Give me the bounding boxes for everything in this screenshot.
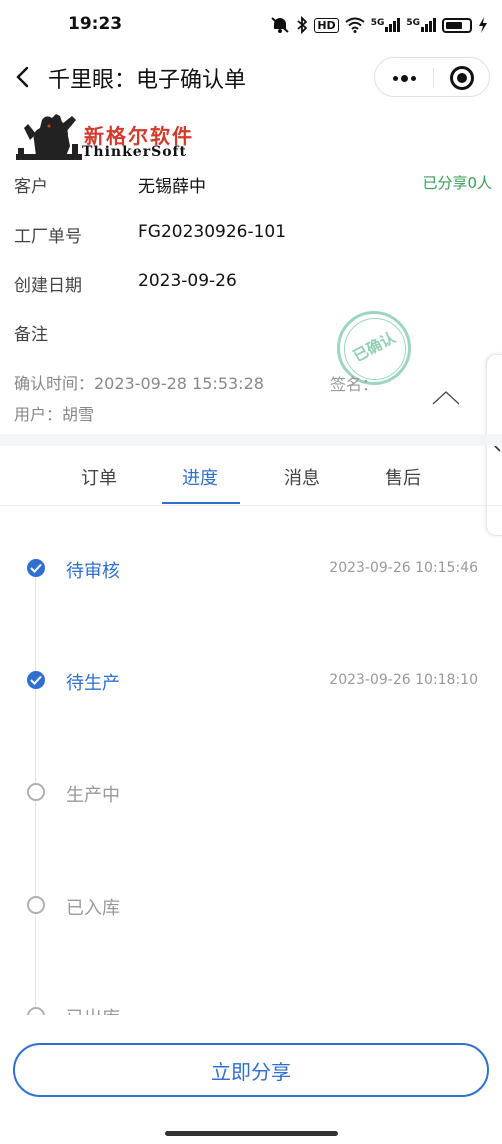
step-pending-icon bbox=[27, 896, 45, 914]
share-now-button[interactable]: 立即分享 bbox=[13, 1043, 489, 1097]
stamp-text: 已确认 bbox=[350, 328, 399, 366]
battery-icon bbox=[442, 17, 472, 33]
check-icon bbox=[30, 675, 42, 685]
created-date-label: 创建日期 bbox=[14, 276, 82, 296]
step-pending-icon bbox=[27, 783, 45, 801]
status-icons: HD 5G 5G bbox=[270, 14, 488, 36]
status-bar: 19:23 HD 5G 5G bbox=[0, 0, 502, 50]
wifi-icon bbox=[345, 17, 365, 33]
5g-signal-icon: 5G bbox=[406, 18, 436, 32]
confirm-time: 确认时间：2023-09-28 15:53:28 bbox=[14, 374, 264, 393]
mini-program-capsule bbox=[374, 57, 490, 97]
tab-messages[interactable]: 消息 bbox=[262, 464, 342, 490]
timeline-step-time: 2023-09-26 10:15:46 bbox=[329, 560, 478, 576]
share-status: 已分享0人 bbox=[422, 174, 492, 192]
bluetooth-icon bbox=[297, 16, 308, 34]
timeline-step-label: 已入库 bbox=[66, 898, 120, 919]
timeline-step-time: 2023-09-26 10:18:10 bbox=[329, 672, 478, 688]
user-name: 用户：胡雪 bbox=[14, 405, 95, 424]
customer-value: 无锡薛中 bbox=[138, 177, 206, 197]
page-title: 千里眼：电子确认单 bbox=[48, 68, 247, 93]
collapse-button[interactable] bbox=[430, 386, 462, 408]
nav-bar: 千里眼：电子确认单 bbox=[0, 50, 502, 104]
more-button[interactable] bbox=[375, 58, 433, 98]
company-logo: 新格尔软件 ThinkerSoft bbox=[16, 108, 206, 164]
timeline-step-label: 生产中 bbox=[66, 785, 120, 806]
status-time: 19:23 bbox=[68, 14, 123, 34]
check-icon bbox=[30, 563, 42, 573]
tab-order[interactable]: 订单 bbox=[59, 464, 139, 490]
tab-bar: 订单 进度 消息 售后 bbox=[0, 446, 502, 506]
mute-icon bbox=[271, 17, 290, 33]
chevron-left-icon bbox=[16, 66, 29, 88]
logo-english-name: ThinkerSoft bbox=[82, 144, 188, 160]
progress-timeline: 待审核 2023-09-26 10:15:46 待生产 2023-09-26 1… bbox=[0, 507, 502, 1015]
close-mini-program-button[interactable] bbox=[433, 58, 491, 98]
step-done-icon bbox=[27, 671, 45, 689]
bottom-action-bar: 立即分享 bbox=[0, 1015, 502, 1144]
5g-signal-icon: 5G bbox=[371, 18, 401, 32]
factory-no-value: FG20230926-101 bbox=[138, 222, 287, 242]
factory-no-label: 工厂单号 bbox=[14, 227, 82, 247]
remark-label: 备注 bbox=[14, 325, 48, 345]
back-button[interactable] bbox=[8, 60, 38, 94]
target-icon bbox=[450, 66, 474, 90]
chevron-up-icon bbox=[432, 391, 460, 405]
active-tab-indicator bbox=[162, 502, 240, 504]
more-dots-icon bbox=[392, 75, 398, 81]
step-pending-icon bbox=[27, 1007, 45, 1015]
timeline-step-label: 待生产 bbox=[66, 673, 120, 694]
charging-icon bbox=[479, 17, 487, 33]
tab-after-sales[interactable]: 售后 bbox=[363, 464, 443, 490]
signature-label: 签名： bbox=[330, 375, 379, 394]
step-done-icon bbox=[27, 559, 45, 577]
created-date-value: 2023-09-26 bbox=[138, 271, 237, 291]
gorilla-logo-icon bbox=[16, 114, 82, 160]
hd-icon: HD bbox=[314, 17, 339, 33]
tab-progress[interactable]: 进度 bbox=[160, 464, 240, 490]
home-indicator bbox=[165, 1131, 338, 1136]
timeline-step-label: 待审核 bbox=[66, 561, 120, 582]
timeline-step-label: 已出库 bbox=[66, 1004, 120, 1015]
customer-label: 客户 bbox=[14, 177, 48, 197]
section-divider bbox=[0, 434, 502, 446]
